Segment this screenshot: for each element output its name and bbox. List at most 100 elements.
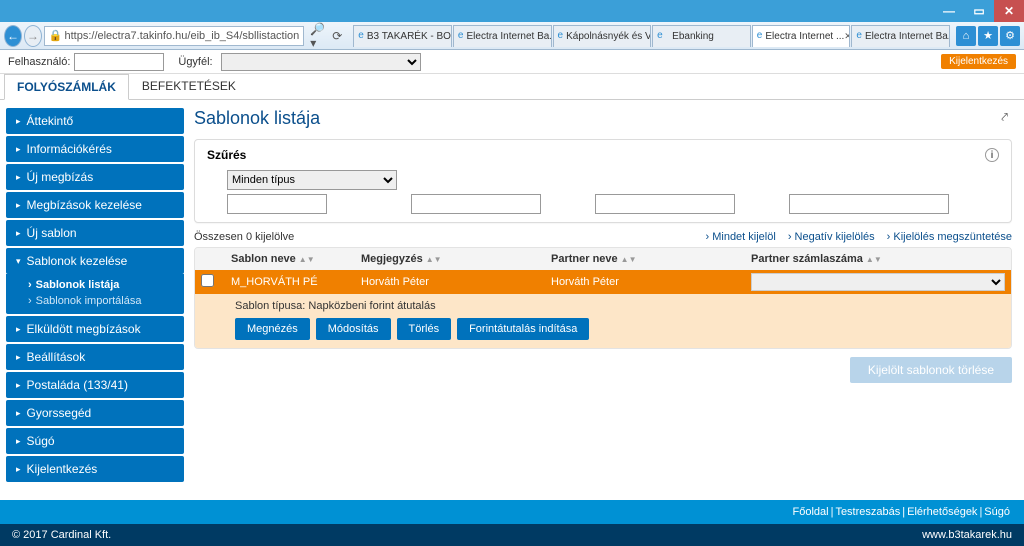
ie-icon: e (458, 30, 464, 42)
sort-icon[interactable]: ▲▼ (426, 255, 442, 264)
client-select[interactable] (221, 53, 421, 71)
nav-forward-button[interactable]: → (24, 25, 42, 47)
browser-toolbar: ← → 🔒 https://electra7.takinfo.hu/eib_ib… (0, 22, 1024, 50)
sort-icon[interactable]: ▲▼ (299, 255, 315, 264)
home-icon[interactable]: ⌂ (956, 26, 976, 46)
browser-tab[interactable]: eElectra Internet Ba... (851, 25, 950, 47)
sidebar: Áttekintő Információkérés Új megbízás Me… (0, 100, 190, 500)
link-select-neg[interactable]: › Negatív kijelölés (788, 231, 875, 243)
ie-icon: e (358, 30, 364, 42)
window-maximize-button[interactable]: ▭ (964, 0, 994, 22)
filter-input-3[interactable] (595, 194, 735, 214)
sort-icon[interactable]: ▲▼ (621, 255, 637, 264)
ie-icon: e (757, 30, 763, 42)
tab-investments[interactable]: BEFEKTETÉSEK (129, 73, 249, 99)
detail-type-value: Napközbeni forint átutalás (308, 300, 435, 312)
chevron-right-icon (16, 380, 21, 391)
chevron-right-icon (16, 228, 21, 239)
view-button[interactable]: Megnézés (235, 318, 310, 340)
window-titlebar: — ▭ ✕ (0, 0, 1024, 22)
window-close-button[interactable]: ✕ (994, 0, 1024, 22)
window-minimize-button[interactable]: — (934, 0, 964, 22)
col-partner-acct[interactable]: Partner számlaszáma (751, 253, 863, 265)
footer-custom[interactable]: Testreszabás (835, 506, 900, 518)
browser-tab[interactable]: eElectra Internet Ba... (453, 25, 552, 47)
chevron-right-icon (16, 324, 21, 335)
logout-button[interactable]: Kijelentkezés (941, 54, 1016, 69)
chevron-right-icon (16, 200, 21, 211)
footer-contact[interactable]: Elérhetőségek (907, 506, 977, 518)
browser-tab[interactable]: eEbanking (652, 25, 751, 47)
cell-partner-acct-select[interactable] (751, 273, 1005, 291)
sort-icon[interactable]: ▲▼ (866, 255, 882, 264)
nav-back-button[interactable]: ← (4, 25, 22, 47)
start-transfer-button[interactable]: Forintátutalás indítása (457, 318, 589, 340)
delete-selected-button[interactable]: Kijelölt sablonok törlése (850, 357, 1012, 383)
sidebar-item-quickhelp[interactable]: Gyorssegéd (6, 400, 184, 426)
filter-input-4[interactable] (789, 194, 949, 214)
sidebar-item-mailbox[interactable]: Postaláda (133/41) (6, 372, 184, 398)
link-select-all[interactable]: › Mindet kijelöl (705, 231, 775, 243)
cell-template-name: M_HORVÁTH PÉ (231, 276, 361, 288)
sidebar-item-help[interactable]: Súgó (6, 428, 184, 454)
sidebar-item-new-template[interactable]: Új sablon (6, 220, 184, 246)
browser-right-controls: ⌂ ★ ⚙ (956, 26, 1020, 46)
chevron-right-icon (16, 352, 21, 363)
ie-icon: e (558, 30, 564, 42)
browser-tab-active[interactable]: eElectra Internet ...✕ (752, 25, 851, 47)
row-checkbox[interactable] (201, 274, 214, 287)
sidebar-item-sent-orders[interactable]: Elküldött megbízások (6, 316, 184, 342)
sidebar-item-new-order[interactable]: Új megbízás (6, 164, 184, 190)
chevron-right-icon (16, 172, 21, 183)
footer-home[interactable]: Főoldal (793, 506, 829, 518)
cell-note: Horváth Péter (361, 276, 551, 288)
col-partner-name[interactable]: Partner neve (551, 253, 618, 265)
sidebar-sub-template-list[interactable]: Sablonok listája (6, 277, 184, 293)
url-text: https://electra7.takinfo.hu/eib_ib_S4/sb… (64, 30, 299, 42)
export-icon[interactable]: ⤤ (1001, 110, 1008, 125)
filter-input-1[interactable] (227, 194, 327, 214)
edit-button[interactable]: Módosítás (316, 318, 391, 340)
browser-tab[interactable]: eB3 TAKARÉK - BO... (353, 25, 452, 47)
filter-type-select[interactable]: Minden típus (227, 170, 397, 190)
detail-type-label: Sablon típusa: (235, 300, 305, 312)
table-row[interactable]: M_HORVÁTH PÉ Horváth Péter Horváth Péter (195, 270, 1011, 294)
address-bar[interactable]: 🔒 https://electra7.takinfo.hu/eib_ib_S4/… (44, 26, 305, 46)
browser-tab[interactable]: eKápolnásnyék és V... (553, 25, 652, 47)
delete-button[interactable]: Törlés (397, 318, 452, 340)
sidebar-item-settings[interactable]: Beállítások (6, 344, 184, 370)
footer-bar: © 2017 Cardinal Kft. www.b3takarek.hu (0, 524, 1024, 546)
sidebar-item-manage-orders[interactable]: Megbízások kezelése (6, 192, 184, 218)
sidebar-item-info[interactable]: Információkérés (6, 136, 184, 162)
chevron-down-icon (16, 256, 21, 267)
app-header: Felhasználó: Ügyfél: Kijelentkezés (0, 50, 1024, 74)
col-template-name[interactable]: Sablon neve (231, 253, 296, 265)
ie-icon: e (856, 30, 862, 42)
search-dropdown-icon[interactable]: 🔎▾ (310, 28, 326, 44)
favorites-icon[interactable]: ★ (978, 26, 998, 46)
footer-site[interactable]: www.b3takarek.hu (922, 529, 1012, 541)
sidebar-item-overview[interactable]: Áttekintő (6, 108, 184, 134)
user-label: Felhasználó: (8, 56, 70, 68)
filter-input-2[interactable] (411, 194, 541, 214)
footer-links: Főoldal | Testreszabás | Elérhetőségek |… (0, 500, 1024, 524)
sidebar-item-logout[interactable]: Kijelentkezés (6, 456, 184, 482)
sidebar-sub-template-import[interactable]: Sablonok importálása (6, 293, 184, 309)
footer-help[interactable]: Súgó (984, 506, 1010, 518)
col-note[interactable]: Megjegyzés (361, 253, 423, 265)
page-title: Sablonok listája (194, 108, 1012, 129)
link-select-clear[interactable]: › Kijelölés megszüntetése (887, 231, 1012, 243)
sidebar-subitems: Sablonok listája Sablonok importálása (6, 274, 184, 314)
ie-icon: e (657, 30, 669, 42)
list-summary: Összesen 0 kijelölve (194, 231, 294, 243)
info-icon[interactable]: i (985, 148, 999, 162)
chevron-right-icon (16, 464, 21, 475)
user-input[interactable] (74, 53, 164, 71)
filter-panel: Szűrési Minden típus (194, 139, 1012, 223)
tab-accounts[interactable]: FOLYÓSZÁMLÁK (4, 74, 129, 100)
browser-tabs: eB3 TAKARÉK - BO... eElectra Internet Ba… (353, 25, 950, 47)
tools-icon[interactable]: ⚙ (1000, 26, 1020, 46)
refresh-icon[interactable]: ⟳ (329, 28, 345, 44)
tab-close-icon[interactable]: ✕ (844, 31, 850, 42)
sidebar-item-manage-templates[interactable]: Sablonok kezelése (6, 248, 184, 274)
